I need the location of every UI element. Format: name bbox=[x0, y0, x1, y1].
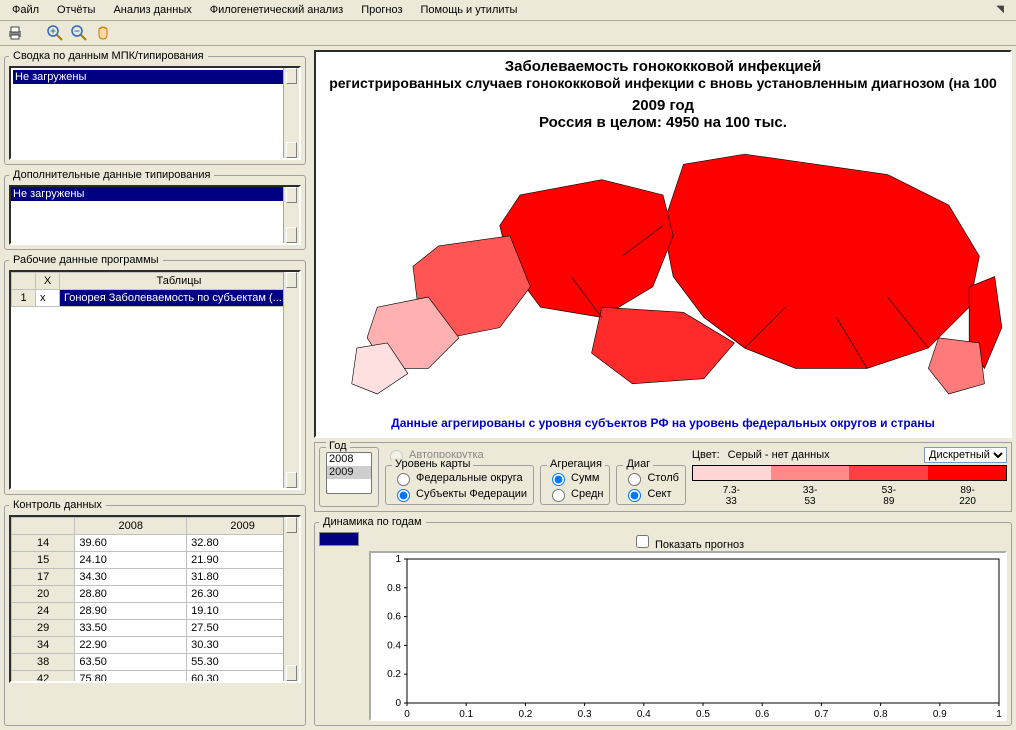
svg-text:0.1: 0.1 bbox=[459, 709, 473, 719]
menu-forecast[interactable]: Прогноз bbox=[353, 2, 410, 18]
table-row[interactable]: 4275.8060.30 bbox=[12, 671, 299, 684]
control-grid[interactable]: 200820091439.6032.801524.1021.901734.303… bbox=[9, 515, 301, 683]
dynamics-chart[interactable]: 0 0.2 0.4 0.6 0.8 1 0 0.1 0.2 0.3 0.4 0.5 0.6 0.7 0.8 0… bbox=[369, 551, 1007, 721]
panel-mpk: Сводка по данным МПК/типирования Не загр… bbox=[4, 50, 306, 165]
table-row[interactable]: 1439.6032.80 bbox=[12, 535, 299, 552]
col-blank[interactable] bbox=[12, 273, 36, 290]
color-label: Цвет: bbox=[692, 449, 720, 461]
dynamics-title: Динамика по годам bbox=[319, 516, 426, 528]
agg-label: Агрегация bbox=[547, 458, 605, 470]
scrollbar[interactable] bbox=[283, 68, 299, 158]
menubar: Файл Отчёты Анализ данных Филогенетическ… bbox=[0, 0, 1016, 21]
maplevel-fed[interactable]: Федеральные округа bbox=[392, 470, 527, 486]
color-legend bbox=[692, 465, 1007, 481]
table-row[interactable]: 2028.8026.30 bbox=[12, 586, 299, 603]
svg-text:0: 0 bbox=[404, 709, 410, 719]
maplevel-label: Уровень карты bbox=[392, 458, 473, 470]
svg-text:0.8: 0.8 bbox=[387, 583, 401, 594]
table-row[interactable]: 2428.9019.10 bbox=[12, 603, 299, 620]
scrollbar[interactable] bbox=[283, 517, 299, 681]
map-year: 2009 год bbox=[632, 97, 694, 114]
svg-text:0.4: 0.4 bbox=[637, 709, 651, 719]
russia-map[interactable] bbox=[316, 131, 1010, 412]
panel-mpk-title: Сводка по данным МПК/типирования bbox=[9, 50, 208, 62]
typing-listbox[interactable]: Не загружены bbox=[9, 185, 301, 245]
menu-analysis[interactable]: Анализ данных bbox=[105, 2, 199, 18]
map-panel: Заболеваемость гонококковой инфекцией ре… bbox=[314, 50, 1012, 438]
toolbar bbox=[0, 21, 1016, 46]
map-total: Россия в целом: 4950 на 100 тыс. bbox=[539, 114, 787, 131]
diag-label: Диаг bbox=[623, 458, 653, 470]
panel-typing: Дополнительные данные типирования Не заг… bbox=[4, 169, 306, 250]
pan-hand-icon[interactable] bbox=[94, 24, 112, 42]
year-listbox[interactable]: 20082009 bbox=[326, 452, 372, 494]
col-tables[interactable]: Таблицы bbox=[60, 273, 299, 290]
maplevel-subj[interactable]: Субъекты Федерации bbox=[392, 486, 527, 502]
svg-text:0.7: 0.7 bbox=[814, 709, 828, 719]
svg-text:0: 0 bbox=[395, 698, 401, 709]
panel-dynamics: Динамика по годам Показать прогноз 00.20… bbox=[314, 516, 1012, 726]
color-note: Серый - нет данных bbox=[728, 449, 916, 461]
diag-bar[interactable]: Столб bbox=[623, 470, 678, 486]
year-label: Год bbox=[326, 440, 350, 452]
table-row[interactable]: 3422.9030.30 bbox=[12, 637, 299, 654]
menu-reports[interactable]: Отчёты bbox=[49, 2, 103, 18]
diag-pie[interactable]: Сект bbox=[623, 486, 678, 502]
col-x[interactable]: X bbox=[36, 273, 60, 290]
panel-typing-title: Дополнительные данные типирования bbox=[9, 169, 214, 181]
svg-text:0.4: 0.4 bbox=[387, 640, 401, 651]
svg-text:1: 1 bbox=[395, 554, 401, 565]
mpk-item[interactable]: Не загружены bbox=[13, 70, 297, 84]
svg-text:0.6: 0.6 bbox=[387, 612, 401, 623]
color-mode-select[interactable]: Дискретный bbox=[924, 447, 1007, 463]
table-row[interactable]: 2933.5027.50 bbox=[12, 620, 299, 637]
table-row[interactable]: 1 x Гонорея Заболеваемость по субъектам … bbox=[12, 290, 299, 307]
workdata-grid[interactable]: X Таблицы 1 x Гонорея Заболеваемость по … bbox=[9, 270, 301, 490]
panel-control-title: Контроль данных bbox=[9, 499, 106, 511]
scrollbar[interactable] bbox=[283, 187, 299, 243]
map-subtitle: регистрированных случаев гонококковой ин… bbox=[329, 75, 997, 91]
map-title: Заболеваемость гонококковой инфекцией bbox=[505, 58, 821, 75]
forecast-checkbox[interactable]: Показать прогноз bbox=[632, 532, 744, 551]
panel-workdata-title: Рабочие данные программы bbox=[9, 254, 163, 266]
zoom-in-icon[interactable] bbox=[46, 24, 64, 42]
map-note: Данные агрегированы с уровня субъектов Р… bbox=[391, 416, 935, 430]
scrollbar[interactable] bbox=[283, 272, 299, 488]
panel-control: Контроль данных 200820091439.6032.801524… bbox=[4, 499, 306, 726]
table-row[interactable]: 1734.3031.80 bbox=[12, 569, 299, 586]
series-legend-item[interactable] bbox=[319, 532, 359, 546]
panel-workdata: Рабочие данные программы X Таблицы 1 x Г… bbox=[4, 254, 306, 495]
svg-text:1: 1 bbox=[996, 709, 1002, 719]
table-row[interactable]: 1524.1021.90 bbox=[12, 552, 299, 569]
legend-labels: 7.3-3333-5353-8989-220 bbox=[692, 485, 1007, 507]
svg-text:0.3: 0.3 bbox=[578, 709, 592, 719]
menu-phylo[interactable]: Филогенетический анализ bbox=[202, 2, 352, 18]
menu-overflow-icon[interactable]: ◥ bbox=[988, 2, 1012, 18]
agg-avg[interactable]: Средн bbox=[547, 486, 603, 502]
map-controls: Год 20082009 Автопрокрутка Уровень карты… bbox=[314, 442, 1012, 512]
table-row[interactable]: 3863.5055.30 bbox=[12, 654, 299, 671]
svg-text:0.2: 0.2 bbox=[518, 709, 532, 719]
svg-text:0.5: 0.5 bbox=[696, 709, 710, 719]
svg-text:0.9: 0.9 bbox=[933, 709, 947, 719]
svg-text:0.6: 0.6 bbox=[755, 709, 769, 719]
agg-sum[interactable]: Сумм bbox=[547, 470, 603, 486]
zoom-out-icon[interactable] bbox=[70, 24, 88, 42]
menu-help[interactable]: Помощь и утилиты bbox=[413, 2, 526, 18]
menu-file[interactable]: Файл bbox=[4, 2, 47, 18]
typing-item[interactable]: Не загружены bbox=[11, 187, 299, 201]
svg-text:0.8: 0.8 bbox=[874, 709, 888, 719]
print-icon[interactable] bbox=[6, 24, 24, 42]
mpk-listbox[interactable]: Не загружены bbox=[9, 66, 301, 160]
svg-text:0.2: 0.2 bbox=[387, 669, 401, 680]
